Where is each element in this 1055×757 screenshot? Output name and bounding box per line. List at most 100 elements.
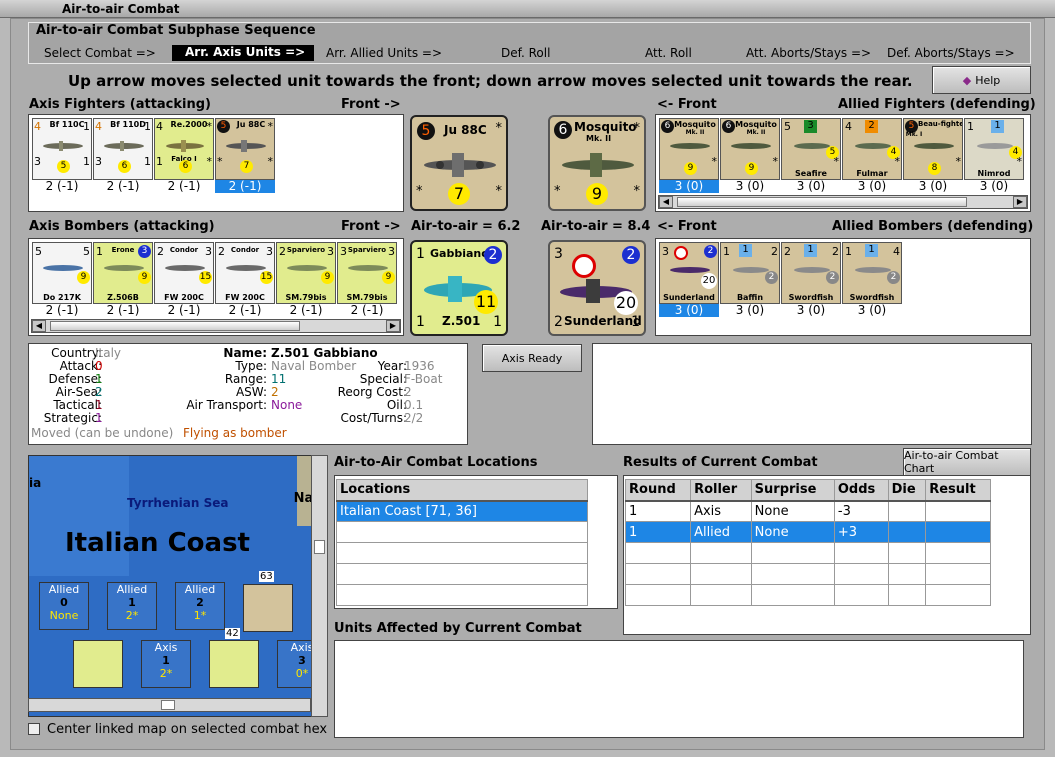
- axis-fighter-counter[interactable]: 5 Ju 88C * * 7 *: [215, 118, 275, 180]
- axis-bomber-counter[interactable]: 3 Sparviero 3 9 SM.79bis: [337, 242, 397, 304]
- axis-fighter-counter[interactable]: 4 Bf 110D 1 3 6 1: [93, 118, 153, 180]
- allied-bombers-panel: 3 2 20 Sunderland 1 1 2 2 Baffin 2 1 2 2…: [655, 238, 1031, 336]
- message-panel: [592, 343, 1032, 445]
- ju88c-large-plane-icon: [424, 153, 496, 177]
- map-horizontal-scrollbar[interactable]: [28, 698, 311, 712]
- result-row[interactable]: 1 Axis None -3: [624, 500, 991, 522]
- center-map-label: Center linked map on selected combat hex: [47, 722, 328, 737]
- scroll-thumb[interactable]: [161, 700, 175, 710]
- allied-fighters-panel: 6 Mosquito Mk. II 9 * 6 Mosquito Mk. II …: [655, 114, 1031, 212]
- axis-fighter-counter[interactable]: 4 Re.2000 * Falco I 1 6 *: [154, 118, 214, 180]
- map-stack-count: 63: [259, 571, 274, 582]
- allied-fighter-counter[interactable]: 5 3 5 Seafire *: [781, 118, 841, 180]
- axis-bomber-counter[interactable]: 2 Sparviero 3 9 SM.79bis: [276, 242, 336, 304]
- axis-fighter-odds: 2 (-1): [45, 179, 79, 193]
- allied-fighter-odds-selected: 3 (0): [659, 180, 719, 193]
- mosquito-plane-icon: [731, 143, 771, 149]
- map-stack-allied[interactable]: [243, 584, 293, 632]
- axis-fighter-front-counter[interactable]: 5 Ju 88C * * 7 *: [410, 115, 508, 211]
- allied-fighter-odds: 3 (0): [735, 179, 765, 193]
- help-icon: ◆: [962, 73, 972, 87]
- location-row[interactable]: Italian Coast [71, 36]: [336, 500, 588, 522]
- allied-fighter-counter[interactable]: 6 Mosquito Mk. II 9 *: [720, 118, 780, 180]
- allied-fighter-counter[interactable]: 4 2 4 Fulmar *: [842, 118, 902, 180]
- axis-bomber-counter[interactable]: 2 Condor 3 15 FW 200C: [154, 242, 214, 304]
- locations-table: Locations Italian Coast [71, 36]: [336, 479, 588, 606]
- allied-fighter-counter[interactable]: 5 Beau-fighter Mk. I 8 *: [903, 118, 963, 180]
- axis-bombers-front: Front ->: [341, 219, 401, 234]
- seq-step-def-aborts[interactable]: Def. Aborts/Stays =>: [887, 46, 1015, 60]
- allied-fighter-counter[interactable]: 6 Mosquito Mk. II 9 *: [659, 118, 719, 180]
- axis-bomber-odds: 2 (-1): [289, 303, 323, 317]
- result-row-selected[interactable]: 1 Allied None +3: [624, 521, 991, 543]
- axis-bombers-scrollbar[interactable]: ◀ ▶: [31, 319, 401, 333]
- allied-bomber-counter[interactable]: 1 1 2 2 Baffin: [720, 242, 780, 304]
- scroll-left-icon[interactable]: ◀: [32, 320, 46, 332]
- map-view[interactable]: ia Napl Tyrrhenian Sea Italian Coast All…: [28, 455, 328, 717]
- scroll-right-icon[interactable]: ▶: [386, 320, 400, 332]
- allied-fighters-front: <- Front: [657, 97, 717, 112]
- help-button[interactable]: ◆ Help: [932, 66, 1031, 94]
- axis-bombers-panel: 5 5 9 Do 217K 1 Erone 3 9 Z.506B 2 Condo…: [28, 238, 404, 336]
- axis-bomber-front-counter[interactable]: 1 Gabbiano 2 11 1 Z.501 1: [410, 240, 508, 336]
- window-titlebar: Air-to-air Combat: [0, 0, 1055, 18]
- allied-fighter-counter[interactable]: 1 1 4 Nimrod *: [964, 118, 1024, 180]
- map-naval-counter[interactable]: [73, 640, 123, 688]
- axis-bomber-counter[interactable]: 5 5 9 Do 217K: [32, 242, 92, 304]
- scroll-thumb[interactable]: [314, 540, 325, 554]
- allied-fighter-front-counter[interactable]: 6 Mosquito Mk. II * * 9 *: [548, 115, 646, 211]
- seq-step-def-roll[interactable]: Def. Roll: [501, 46, 550, 60]
- map-stack-count: 42: [225, 628, 240, 639]
- seq-step-arr-allied-units[interactable]: Arr. Allied Units =>: [326, 46, 442, 60]
- axis-ready-button[interactable]: Axis Ready: [482, 344, 582, 372]
- map-hex-summary[interactable]: Axis 1 2*: [141, 640, 191, 688]
- allied-fighter-odds: 3 (0): [796, 179, 826, 193]
- map-region-label: Italian Coast: [65, 528, 250, 558]
- axis-fighters-front: Front ->: [341, 97, 401, 112]
- axis-fighter-odds: 2 (-1): [167, 179, 201, 193]
- scroll-thumb[interactable]: [50, 321, 300, 331]
- scroll-left-icon[interactable]: ◀: [659, 196, 673, 208]
- hint-text: Up arrow moves selected unit towards the…: [68, 72, 913, 90]
- allied-air-to-air-value: Air-to-air = 8.4: [541, 219, 651, 234]
- allied-fighter-odds: 3 (0): [979, 179, 1009, 193]
- axis-bomber-odds: 2 (-1): [106, 303, 140, 317]
- axis-fighter-counter[interactable]: 4 Bf 110C 1 3 5 1: [32, 118, 92, 180]
- axis-bomber-odds: 2 (-1): [45, 303, 79, 317]
- axis-bomber-odds: 2 (-1): [350, 303, 384, 317]
- results-table: Round Roller Surprise Odds Die Result 1 Axis N…: [624, 479, 991, 606]
- allied-fighters-header: Allied Fighters (defending): [838, 97, 1036, 112]
- allied-bomber-front-counter[interactable]: 3 2 20 2 Sunderland 1: [548, 240, 646, 336]
- allied-bomber-counter[interactable]: 1 1 4 2 Swordfish: [842, 242, 902, 304]
- seq-step-select-combat[interactable]: Select Combat =>: [44, 46, 156, 60]
- seq-step-att-aborts[interactable]: Att. Aborts/Stays =>: [746, 46, 871, 60]
- map-hex-summary[interactable]: Allied 0 None: [39, 582, 89, 630]
- center-map-checkbox[interactable]: [28, 723, 40, 735]
- allied-bomber-odds-selected: 3 (0): [659, 304, 719, 317]
- allied-fighters-scrollbar[interactable]: ◀ ▶: [658, 195, 1028, 209]
- axis-bomber-odds: 2 (-1): [228, 303, 262, 317]
- axis-bomber-counter[interactable]: 2 Condor 3 15 FW 200C: [215, 242, 275, 304]
- seq-step-att-roll[interactable]: Att. Roll: [645, 46, 692, 60]
- map-stack-axis[interactable]: [209, 640, 259, 688]
- map-hex-summary[interactable]: Allied 1 2*: [107, 582, 157, 630]
- allied-bomber-counter[interactable]: 3 2 20 Sunderland: [659, 242, 719, 304]
- scroll-thumb[interactable]: [677, 197, 967, 207]
- re2000-plane-icon: [166, 140, 204, 152]
- allied-bomber-counter[interactable]: 2 1 2 2 Swordfish: [781, 242, 841, 304]
- map-hex-summary[interactable]: Allied 2 1*: [175, 582, 225, 630]
- axis-bomber-counter[interactable]: 1 Erone 3 9 Z.506B: [93, 242, 153, 304]
- axis-bombers-header: Axis Bombers (attacking): [29, 219, 215, 234]
- unit-info-panel: Country: Attack: Defense: Air-Sea: Tacti…: [28, 343, 468, 445]
- scroll-right-icon[interactable]: ▶: [1013, 196, 1027, 208]
- locations-panel: Locations Italian Coast [71, 36]: [334, 475, 618, 609]
- bf110-plane-icon: [43, 141, 83, 151]
- map-vertical-scrollbar[interactable]: [311, 455, 328, 717]
- allied-bomber-odds: 3 (0): [857, 303, 887, 317]
- ju88c-plane-icon: [226, 140, 266, 152]
- allied-bomber-odds: 3 (0): [796, 303, 826, 317]
- seq-step-arr-axis-units[interactable]: Arr. Axis Units =>: [172, 45, 314, 61]
- results-title: Results of Current Combat: [623, 455, 818, 470]
- allied-bombers-header: Allied Bombers (defending): [832, 219, 1034, 234]
- air-to-air-chart-button[interactable]: Air-to-air Combat Chart: [903, 448, 1031, 476]
